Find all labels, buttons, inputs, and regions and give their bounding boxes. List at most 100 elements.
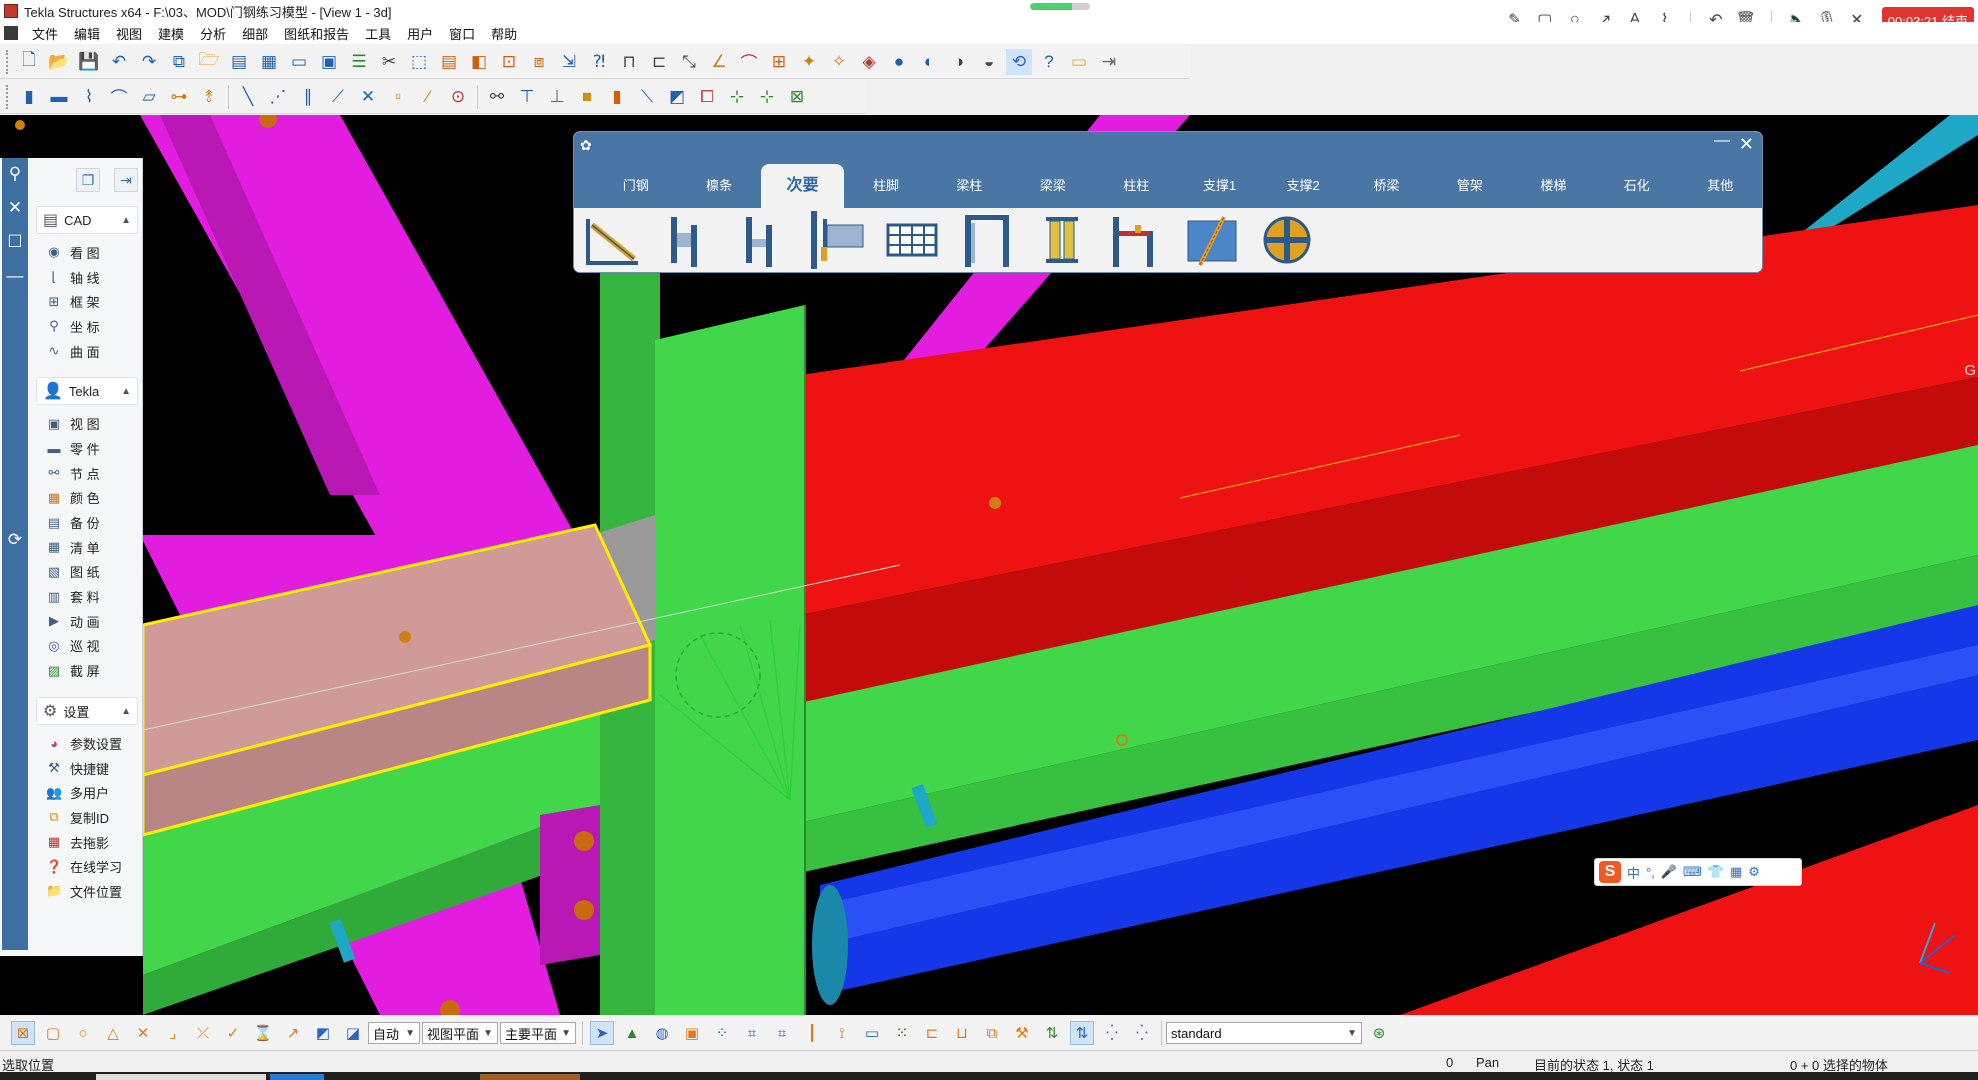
new-icon[interactable]: 🗋: [16, 49, 42, 75]
menu-edit[interactable]: 编辑: [66, 24, 108, 43]
tab-other[interactable]: 其他: [1678, 164, 1761, 208]
rotate-2-icon[interactable]: ◑: [946, 49, 972, 75]
component-icon[interactable]: ⊤: [514, 84, 540, 110]
undo-icon[interactable]: ↶: [106, 49, 132, 75]
binoculars-icon[interactable]: ⚯: [484, 84, 510, 110]
plane-select[interactable]: 视图平面 ▼: [422, 1022, 498, 1044]
taskbar-item[interactable]: [96, 1074, 266, 1080]
sidebar-item-parameters[interactable]: ◕ 参数设置: [30, 731, 142, 756]
sidebar-item-copy-id[interactable]: ⧉ 复制ID: [30, 805, 142, 830]
round-plate-icon[interactable]: [1255, 210, 1318, 270]
menu-modeling[interactable]: 建模: [150, 24, 192, 43]
select-multi-icon[interactable]: ⁛: [1100, 1021, 1124, 1045]
select-line-icon[interactable]: ⤫: [191, 1021, 215, 1045]
tab-bridge[interactable]: 桥梁: [1345, 164, 1428, 208]
component-2-icon[interactable]: ⊥: [544, 84, 570, 110]
tab-bracing-1[interactable]: 支撑1: [1178, 164, 1261, 208]
dim-icon[interactable]: ⊓: [616, 49, 642, 75]
menu-file[interactable]: 文件: [24, 24, 66, 43]
select-z-icon[interactable]: ⇅: [1040, 1021, 1064, 1045]
brace-connection-icon[interactable]: [580, 210, 643, 270]
snap-mode-select[interactable]: 自动 ▼: [368, 1022, 420, 1044]
menu-tools[interactable]: 工具: [357, 24, 399, 43]
window-icon[interactable]: ▭: [286, 49, 312, 75]
sidebar-item-patrol[interactable]: ◎ 巡 视: [30, 634, 142, 659]
toolbar-grip[interactable]: [6, 49, 10, 74]
select-cone-icon[interactable]: ▲: [620, 1021, 644, 1045]
open-icon[interactable]: 📂: [46, 49, 72, 75]
help-query-icon[interactable]: ?: [1036, 49, 1062, 75]
tab-column-column[interactable]: 柱柱: [1095, 164, 1178, 208]
menu-drawings-reports[interactable]: 图纸和报告: [276, 24, 357, 43]
tab-column-base[interactable]: 柱脚: [844, 164, 927, 208]
select-cut-icon[interactable]: ⟟: [830, 1021, 854, 1045]
select-circle-icon[interactable]: ○: [71, 1021, 95, 1045]
rotate-icon[interactable]: ◐: [916, 49, 942, 75]
tab-stairs[interactable]: 楼梯: [1512, 164, 1595, 208]
copy-icon[interactable]: ⧉: [166, 49, 192, 75]
sidebar-item-coordinate[interactable]: ⚲ 坐 标: [30, 314, 142, 339]
beam-icon[interactable]: ▬: [46, 84, 72, 110]
document-icon[interactable]: ▤: [226, 49, 252, 75]
cut-part-icon[interactable]: ▮: [604, 84, 630, 110]
minimize-icon[interactable]: —: [7, 266, 24, 286]
query-icon[interactable]: ⁈: [586, 49, 612, 75]
double-column-icon[interactable]: [1030, 210, 1093, 270]
select-triangle-icon[interactable]: △: [101, 1021, 125, 1045]
sidebar-item-file-location[interactable]: 📁 文件位置: [30, 879, 142, 904]
move-2-icon[interactable]: ⊹: [754, 84, 780, 110]
menu-user[interactable]: 用户: [399, 24, 441, 43]
window-menu-icon[interactable]: [4, 26, 18, 40]
plate-icon[interactable]: ■: [574, 84, 600, 110]
sidebar-item-screenshot[interactable]: ▨ 截 屏: [30, 658, 142, 683]
weld-icon[interactable]: ⥉: [196, 84, 222, 110]
sidebar-item-animation[interactable]: ▶ 动 画: [30, 609, 142, 634]
tab-purlin[interactable]: 檩条: [677, 164, 760, 208]
tab-secondary[interactable]: 次要: [760, 164, 845, 208]
line-icon[interactable]: ╲: [235, 84, 261, 110]
move-3-icon[interactable]: ⊠: [784, 84, 810, 110]
sidebar-item-surface[interactable]: ∿ 曲 面: [30, 339, 142, 364]
snap-icon[interactable]: ⇲: [556, 49, 582, 75]
redo-icon[interactable]: ↷: [136, 49, 162, 75]
stiffener-plate-2-icon[interactable]: [730, 210, 793, 270]
sidebar-item-remove-shadow[interactable]: ▦ 去拖影: [30, 830, 142, 855]
polybeam-icon[interactable]: ⌇: [76, 84, 102, 110]
line-2-icon[interactable]: ⋰: [265, 84, 291, 110]
group-header-tekla[interactable]: 👤 Tekla ▲: [36, 377, 138, 406]
diagonal-brace-icon[interactable]: [1180, 210, 1243, 270]
angle-line-icon[interactable]: ⟋: [325, 84, 351, 110]
select-mesh-icon[interactable]: ⌗: [740, 1021, 764, 1045]
close-icon[interactable]: ✕: [8, 198, 22, 218]
settings-icon[interactable]: ⚙: [1748, 864, 1760, 880]
sidebar-item-list[interactable]: ▦ 清 单: [30, 535, 142, 560]
main-plane-select[interactable]: 主要平面 ▼: [500, 1022, 576, 1044]
tab-pipe-rack[interactable]: 管架: [1428, 164, 1511, 208]
pick-icon[interactable]: ✦: [796, 49, 822, 75]
tab-beam-beam[interactable]: 梁梁: [1011, 164, 1094, 208]
sidebar-item-multiuser[interactable]: 👥 多用户: [30, 780, 142, 805]
select-cross-icon[interactable]: ✕: [131, 1021, 155, 1045]
sidebar-item-backup[interactable]: ▤ 备 份: [30, 510, 142, 535]
standard-select[interactable]: standard ▼: [1166, 1022, 1362, 1044]
clip-icon[interactable]: ◒: [976, 49, 1002, 75]
pin-icon[interactable]: ⚲: [9, 164, 21, 184]
settings-icon[interactable]: ✿: [580, 137, 592, 154]
end-plate-icon[interactable]: [805, 210, 868, 270]
select-corner-icon[interactable]: ⌟: [161, 1021, 185, 1045]
select-view-icon[interactable]: ◩: [311, 1021, 335, 1045]
restore-icon[interactable]: ☐: [7, 232, 22, 252]
select-u-icon[interactable]: ⊔: [950, 1021, 974, 1045]
taskbar-item[interactable]: [480, 1074, 580, 1080]
stiffener-plate-icon[interactable]: [655, 210, 718, 270]
select-weld-icon[interactable]: ┃: [800, 1021, 824, 1045]
open-folder-icon[interactable]: 🗁: [196, 49, 222, 75]
hide-icon[interactable]: ⟲: [1006, 48, 1032, 75]
filter-icon[interactable]: ⊛: [1367, 1021, 1391, 1045]
select-plane-icon[interactable]: ◪: [341, 1021, 365, 1045]
group-header-settings[interactable]: ⚙ 设置 ▲: [36, 697, 138, 725]
move-icon[interactable]: ⊹: [724, 84, 750, 110]
sidebar-item-drawings[interactable]: ▧ 图 纸: [30, 560, 142, 585]
select-tool-icon[interactable]: ⚒: [1010, 1021, 1034, 1045]
sidebar-item-view[interactable]: ◉ 看 图: [30, 240, 142, 265]
